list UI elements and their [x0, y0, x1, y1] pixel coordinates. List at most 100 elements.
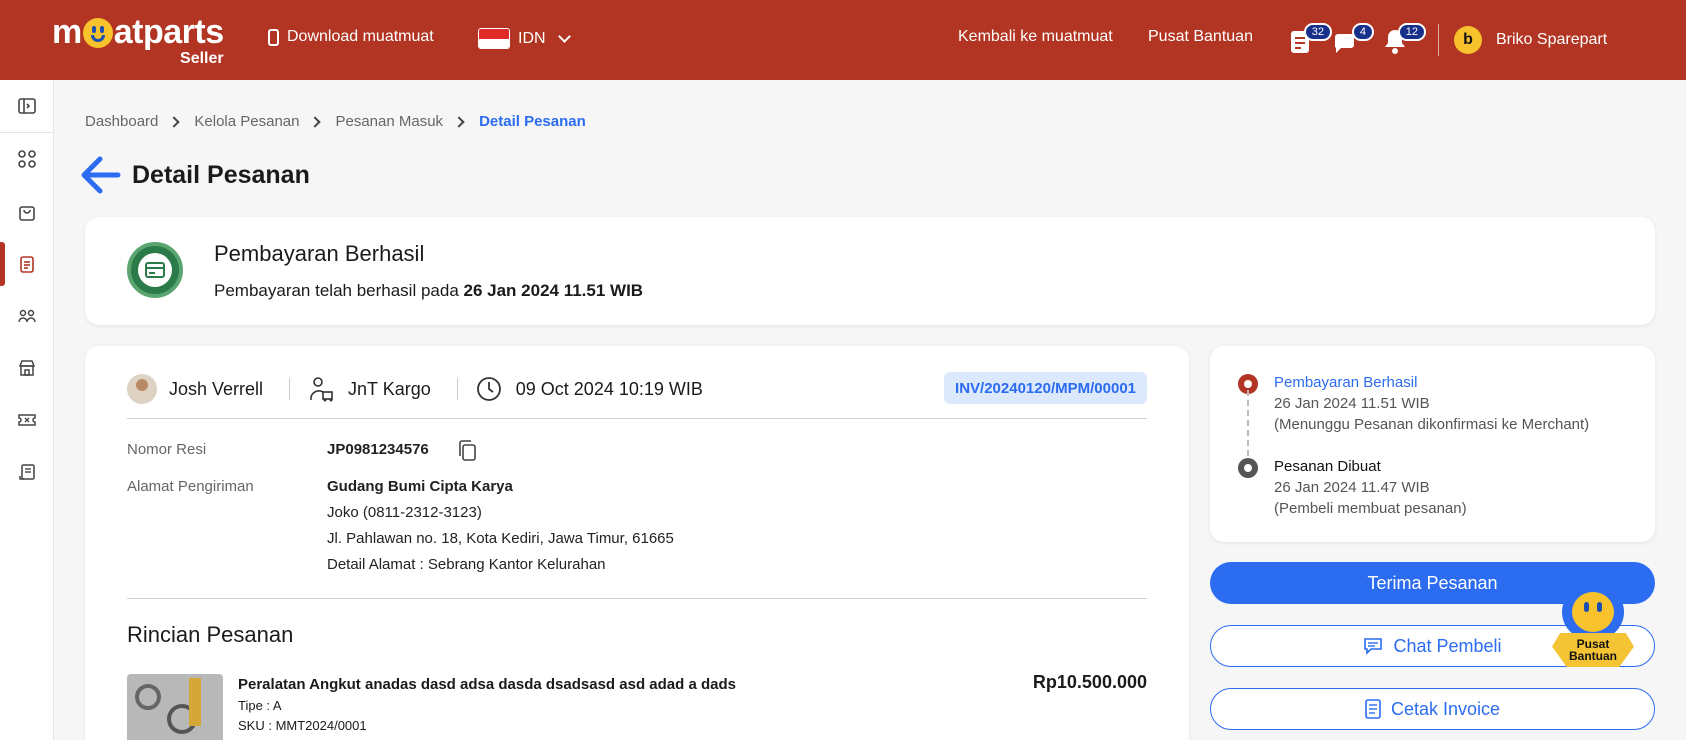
breadcrumb: Dashboard Kelola Pesanan Pesanan Masuk D… [85, 113, 586, 130]
shopping-bag-icon [19, 206, 35, 221]
sidebar-item-store[interactable] [0, 342, 54, 394]
product-price: Rp10.500.000 [1032, 672, 1147, 692]
ticket-icon [18, 414, 36, 426]
address-street: Jl. Pahlawan no. 18, Kota Kediri, Jawa T… [327, 530, 674, 547]
product-image[interactable] [127, 674, 223, 740]
store-icon [18, 360, 36, 376]
timeline-item-title: Pesanan Dibuat [1274, 458, 1381, 475]
timeline-item-note: (Pembeli membuat pesanan) [1274, 500, 1467, 517]
sidebar-item-products[interactable] [0, 186, 54, 238]
timeline-item-date: 26 Jan 2024 11.47 WIB [1274, 479, 1430, 496]
chevron-right-icon [309, 115, 322, 128]
divider [127, 418, 1147, 419]
help-mascot-icon [1562, 583, 1624, 641]
invoice-icon [1365, 699, 1381, 719]
copy-icon[interactable] [457, 439, 479, 463]
grid-icon [18, 150, 36, 168]
orders-icon-button[interactable]: 32 [1286, 23, 1332, 56]
timeline-item-note: (Menunggu Pesanan dikonfirmasi ke Mercha… [1274, 416, 1590, 433]
accept-order-label: Terima Pesanan [1367, 572, 1498, 593]
timeline-dot [1238, 458, 1258, 478]
payment-status-subtitle: Pembayaran telah berhasil pada 26 Jan 20… [214, 281, 643, 301]
muatparts-logo[interactable]: m atparts Seller [52, 14, 224, 67]
help-float-line2: Bantuan [1569, 649, 1617, 663]
logo-seller-label: Seller [180, 50, 224, 67]
document-icon [19, 464, 35, 480]
address-detail: Detail Alamat : Sebrang Kantor Kelurahan [327, 556, 606, 573]
sidebar-item-orders[interactable] [0, 238, 54, 290]
payment-card-icon [127, 242, 183, 298]
clock-icon [476, 377, 501, 401]
address-contact: Joko (0811-2312-3123) [327, 504, 482, 521]
breadcrumb-current: Detail Pesanan [479, 113, 586, 130]
meta-divider [456, 378, 458, 400]
order-timeline-card: Pembayaran Berhasil 26 Jan 2024 11.51 WI… [1210, 346, 1655, 542]
sidebar-item-dashboard[interactable] [0, 133, 54, 185]
sidebar-expand-icon [18, 98, 36, 114]
phone-icon [268, 28, 279, 46]
product-name: Peralatan Angkut anadas dasd adsa dasda … [238, 676, 736, 693]
header-divider [1438, 24, 1439, 56]
chat-icon [1364, 638, 1383, 655]
page-title: Detail Pesanan [132, 161, 310, 189]
user-avatar[interactable]: b [1454, 26, 1482, 54]
breadcrumb-dashboard[interactable]: Dashboard [85, 113, 158, 130]
sidebar-item-vouchers[interactable] [0, 394, 54, 446]
customer-avatar [127, 374, 157, 404]
sidebar-item-reports[interactable] [0, 446, 54, 498]
clipboard-icon [20, 256, 34, 273]
customer-name: Josh Verrell [169, 378, 264, 399]
help-link-label: Pusat Bantuan [1148, 28, 1253, 45]
back-link-label: Kembali ke muatmuat [958, 28, 1113, 45]
courier-name: JnT Kargo [348, 378, 431, 399]
notification-icon-button[interactable]: 12 [1380, 23, 1426, 56]
orders-badge: 32 [1303, 23, 1332, 41]
invoice-badge[interactable]: INV/20240120/MPM/00001 [944, 372, 1147, 404]
chat-buyer-label: Chat Pembeli [1393, 635, 1502, 656]
sidebar-item-customers[interactable] [0, 290, 54, 342]
timeline-connector [1247, 390, 1249, 456]
chevron-down-icon [557, 30, 571, 43]
payment-status-card: Pembayaran Berhasil Pembayaran telah ber… [85, 217, 1655, 325]
courier-icon [310, 377, 333, 402]
timeline-item-date: 26 Jan 2024 11.51 WIB [1274, 395, 1430, 412]
chat-icon-button[interactable]: 4 [1332, 23, 1374, 56]
payment-date: 26 Jan 2024 11.51 WIB [463, 281, 644, 300]
sidebar [0, 80, 54, 740]
meta-divider [289, 378, 291, 400]
print-invoice-label: Cetak Invoice [1390, 698, 1501, 719]
download-label: Download muatmuat [287, 28, 434, 45]
back-button[interactable] [80, 155, 122, 195]
breadcrumb-kelola-pesanan[interactable]: Kelola Pesanan [194, 113, 299, 130]
payment-subtitle-prefix: Pembayaran telah berhasil pada [214, 281, 459, 300]
help-center-link[interactable]: Pusat Bantuan [1148, 28, 1253, 46]
download-app-link[interactable]: Download muatmuat [268, 28, 434, 46]
address-name: Gudang Bumi Cipta Karya [327, 478, 513, 495]
floating-help-button[interactable]: Pusat Bantuan [1552, 583, 1634, 667]
users-icon [18, 309, 36, 323]
chat-badge: 4 [1351, 23, 1374, 41]
timeline-item-title: Pembayaran Berhasil [1274, 374, 1418, 391]
resi-value: JP0981234576 [327, 441, 429, 458]
language-label: IDN [518, 29, 546, 47]
indonesia-flag-icon [478, 28, 510, 49]
order-meta-row: Josh Verrell JnT Kargo 09 Oct 2024 10:19… [127, 372, 1147, 406]
product-type: Tipe : A [238, 698, 282, 713]
order-date: 09 Oct 2024 10:19 WIB [515, 378, 703, 399]
address-label: Alamat Pengiriman [127, 478, 254, 495]
help-float-label: Pusat Bantuan [1552, 633, 1634, 667]
notification-badge: 12 [1397, 23, 1426, 41]
order-detail-card: Josh Verrell JnT Kargo 09 Oct 2024 10:19… [85, 346, 1189, 740]
user-name[interactable]: Briko Sparepart [1496, 31, 1607, 49]
arrow-left-icon [81, 156, 121, 194]
sidebar-toggle[interactable] [0, 80, 54, 132]
logo-smile-icon [82, 18, 113, 48]
print-invoice-button[interactable]: Cetak Invoice [1210, 688, 1655, 730]
back-to-muatmuat-link[interactable]: Kembali ke muatmuat [958, 28, 1113, 46]
product-sku: SKU : MMT2024/0001 [238, 718, 367, 733]
language-selector[interactable]: IDN [478, 28, 571, 49]
resi-label: Nomor Resi [127, 441, 207, 458]
chevron-right-icon [168, 115, 181, 128]
top-navbar: m atparts Seller Download muatmuat IDN Ke… [0, 0, 1686, 80]
breadcrumb-pesanan-masuk[interactable]: Pesanan Masuk [335, 113, 443, 130]
